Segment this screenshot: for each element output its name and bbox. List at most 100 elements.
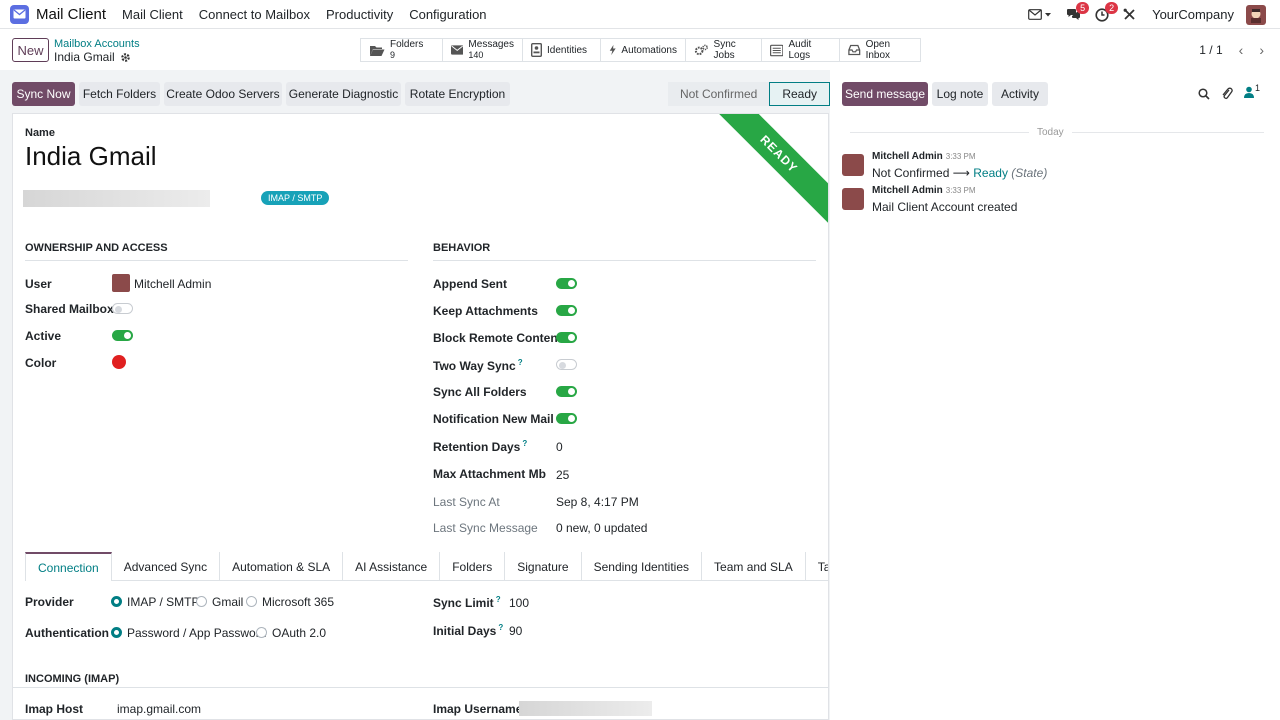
tab-team-and-sla[interactable]: Team and SLA xyxy=(702,552,806,581)
mail-dropdown[interactable] xyxy=(1028,9,1052,20)
menu-connect-to-mailbox[interactable]: Connect to Mailbox xyxy=(199,7,310,22)
open-inbox-smart-button[interactable]: Open Inbox xyxy=(840,39,920,61)
chatter: Send message Log note Activity 1 Today M… xyxy=(830,70,1280,720)
keep-attachments-toggle[interactable] xyxy=(556,305,577,316)
block-remote-content-label: Block Remote Content xyxy=(433,331,562,345)
tracking-message: Not Confirmed ⟶ Ready (State) xyxy=(872,166,1047,180)
gear-icon[interactable] xyxy=(120,52,131,63)
provider-gmail-radio[interactable] xyxy=(196,596,207,607)
activity-button[interactable]: Activity xyxy=(992,82,1048,106)
open-inbox-label: Open Inbox xyxy=(865,39,891,61)
max-attachment-value[interactable]: 25 xyxy=(556,468,569,482)
initial-days-label: Initial Days? xyxy=(433,623,503,638)
provider-imap-label[interactable]: IMAP / SMTP xyxy=(127,595,199,609)
retention-days-value[interactable]: 0 xyxy=(556,440,563,454)
color-label: Color xyxy=(25,356,57,370)
tab-advanced-sync[interactable]: Advanced Sync xyxy=(112,552,221,581)
folders-smart-button[interactable]: Folders 9 xyxy=(361,39,443,61)
initial-days-value[interactable]: 90 xyxy=(509,624,522,638)
message-author-name[interactable]: Mitchell Admin xyxy=(872,185,943,196)
help-tooltip-icon[interactable]: ? xyxy=(496,595,501,604)
control-panel: New Mailbox Accounts India Gmail Folders… xyxy=(0,29,1280,70)
ownership-section-title: OWNERSHIP AND ACCESS xyxy=(25,242,408,261)
tab-sending-identities[interactable]: Sending Identities xyxy=(582,552,703,581)
activity-badge: 2 xyxy=(1105,1,1119,14)
message-author-avatar[interactable] xyxy=(842,154,864,176)
append-sent-toggle[interactable] xyxy=(556,278,577,289)
automations-smart-button[interactable]: Automations xyxy=(601,39,686,61)
send-message-button[interactable]: Send message xyxy=(842,82,928,106)
message-author-avatar[interactable] xyxy=(842,188,864,210)
imap-host-value[interactable]: imap.gmail.com xyxy=(117,702,201,716)
debug-tools[interactable] xyxy=(1123,8,1136,21)
company-switcher[interactable]: YourCompany xyxy=(1152,7,1234,22)
message-author-name[interactable]: Mitchell Admin xyxy=(872,151,943,162)
user-value[interactable]: Mitchell Admin xyxy=(134,277,211,291)
audit-logs-smart-button[interactable]: Audit Logs xyxy=(762,39,840,61)
color-picker[interactable] xyxy=(112,355,126,369)
paperclip-icon[interactable] xyxy=(1221,87,1233,101)
fetch-folders-button[interactable]: Fetch Folders xyxy=(79,82,160,106)
id-card-icon xyxy=(531,43,542,57)
user-avatar[interactable] xyxy=(1246,4,1266,25)
help-tooltip-icon[interactable]: ? xyxy=(522,439,527,448)
tab-folders[interactable]: Folders xyxy=(440,552,506,581)
active-label: Active xyxy=(25,329,62,343)
chevron-right-icon[interactable]: › xyxy=(1259,42,1264,58)
smart-buttons: Folders 9 Messages 140 Identities Automati… xyxy=(360,38,921,62)
identities-smart-button[interactable]: Identities xyxy=(523,39,601,61)
generate-diagnostic-button[interactable]: Generate Diagnostic xyxy=(286,82,401,106)
create-odoo-servers-button[interactable]: Create Odoo Servers xyxy=(164,82,282,106)
auth-oauth-label[interactable]: OAuth 2.0 xyxy=(272,626,326,640)
imap-username-redacted[interactable] xyxy=(519,701,652,716)
tab-signature[interactable]: Signature xyxy=(505,552,582,581)
sync-now-button[interactable]: Sync Now xyxy=(12,82,75,106)
new-button[interactable]: New xyxy=(12,38,49,62)
provider-gmail-label[interactable]: Gmail xyxy=(212,595,243,609)
rotate-encryption-button[interactable]: Rotate Encryption xyxy=(405,82,510,106)
app-name[interactable]: Mail Client xyxy=(36,6,106,23)
sync-limit-value[interactable]: 100 xyxy=(509,596,529,610)
menu-productivity[interactable]: Productivity xyxy=(326,7,393,22)
tab-connection[interactable]: Connection xyxy=(25,552,112,581)
activity-menu[interactable]: 2 xyxy=(1095,1,1119,22)
account-name[interactable]: India Gmail xyxy=(25,141,157,172)
tab-taxonomy-and-ai[interactable]: Taxonomy and AI xyxy=(806,552,828,581)
shared-mailbox-toggle[interactable] xyxy=(112,303,133,314)
stage-not-confirmed[interactable]: Not Confirmed xyxy=(667,82,770,106)
active-toggle[interactable] xyxy=(112,330,133,341)
menu-mail-client[interactable]: Mail Client xyxy=(122,7,183,22)
tab-ai-assistance[interactable]: AI Assistance xyxy=(343,552,441,581)
sync-jobs-smart-button[interactable]: Sync Jobs xyxy=(686,39,762,61)
block-remote-content-toggle[interactable] xyxy=(556,332,577,343)
form-header: Sync Now Fetch Folders Create Odoo Serve… xyxy=(12,82,830,106)
provider-microsoft-label[interactable]: Microsoft 365 xyxy=(262,595,334,609)
two-way-sync-toggle[interactable] xyxy=(556,359,577,370)
provider-imap-radio[interactable] xyxy=(111,596,122,607)
auth-password-radio[interactable] xyxy=(111,627,122,638)
auth-password-label[interactable]: Password / App Password xyxy=(127,626,266,640)
sync-all-folders-toggle[interactable] xyxy=(556,386,577,397)
stage-ready[interactable]: Ready xyxy=(769,82,830,106)
log-note-button[interactable]: Log note xyxy=(932,82,988,106)
search-icon[interactable] xyxy=(1198,88,1210,100)
pager-value[interactable]: 1 / 1 xyxy=(1199,43,1222,57)
form-sheet: READY Name India Gmail IMAP / SMTP OWNER… xyxy=(12,113,829,720)
email-field-redacted[interactable] xyxy=(23,190,210,207)
messages-smart-button[interactable]: Messages 140 xyxy=(443,39,523,61)
tab-automation-sla[interactable]: Automation & SLA xyxy=(220,552,344,581)
provider-microsoft-radio[interactable] xyxy=(246,596,257,607)
followers-button[interactable]: 1 xyxy=(1244,83,1260,98)
tracking-field: (State) xyxy=(1011,166,1048,180)
messaging-menu[interactable]: 5 xyxy=(1066,2,1090,21)
auth-oauth-radio[interactable] xyxy=(256,627,267,638)
chevron-left-icon[interactable]: ‹ xyxy=(1239,42,1244,58)
notification-new-mail-toggle[interactable] xyxy=(556,413,577,424)
breadcrumb-parent[interactable]: Mailbox Accounts xyxy=(54,38,140,50)
messages-label: Messages xyxy=(468,39,514,50)
help-tooltip-icon[interactable]: ? xyxy=(518,358,523,367)
append-sent-label: Append Sent xyxy=(433,277,507,291)
mail-app-icon[interactable] xyxy=(10,4,29,24)
help-tooltip-icon[interactable]: ? xyxy=(498,623,503,632)
menu-configuration[interactable]: Configuration xyxy=(409,7,486,22)
